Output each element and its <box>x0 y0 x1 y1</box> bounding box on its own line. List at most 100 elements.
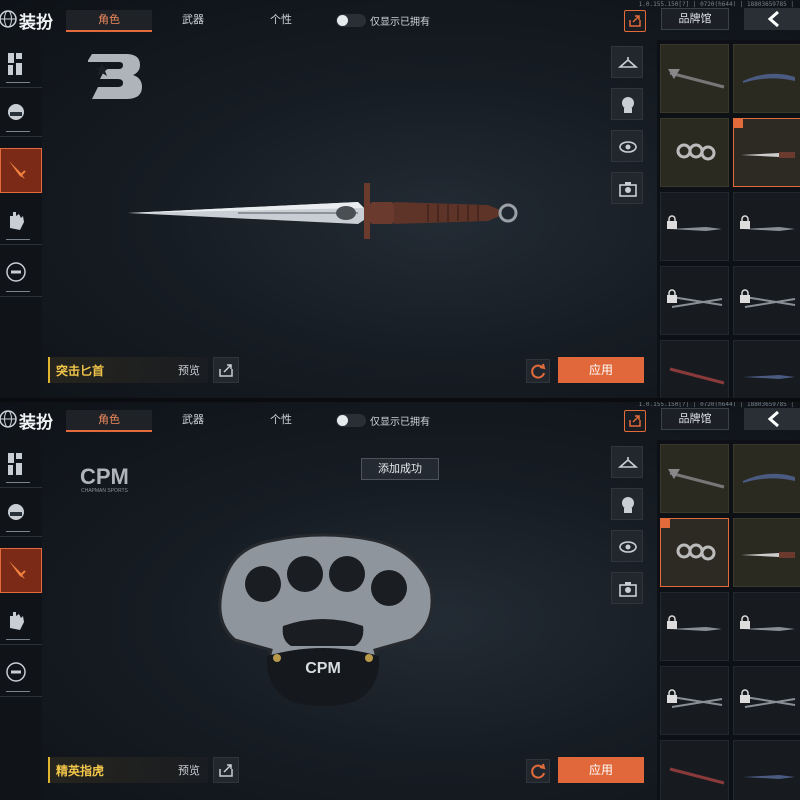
build-info: 1.0.155.150[?] | 0720(h644) | 1880365978… <box>638 1 794 8</box>
grid-item[interactable] <box>733 340 800 400</box>
lock-icon <box>740 289 750 303</box>
grid-item[interactable] <box>733 740 800 800</box>
visibility-button[interactable] <box>611 130 643 162</box>
sidebar-item-emote[interactable] <box>0 252 42 297</box>
refresh-button[interactable] <box>526 759 550 783</box>
owned-only-toggle[interactable] <box>336 14 366 27</box>
grid-item[interactable] <box>733 44 800 113</box>
apply-button[interactable]: 应用 <box>558 757 644 783</box>
sidebar-item-melee[interactable] <box>0 548 42 593</box>
share-button[interactable] <box>624 10 646 32</box>
character-view-button[interactable] <box>611 488 643 520</box>
item-share-button[interactable] <box>213 357 239 383</box>
sidebar-item-outfit[interactable] <box>0 443 42 488</box>
share-icon <box>629 415 641 427</box>
apply-button[interactable]: 应用 <box>558 357 644 383</box>
grid-item-selected[interactable] <box>733 118 800 187</box>
chevron-left-icon <box>767 10 779 28</box>
grid-item[interactable] <box>660 740 729 800</box>
toast-message: 添加成功 <box>361 458 439 480</box>
tab-weapon[interactable]: 武器 <box>160 410 226 432</box>
glove-icon <box>10 612 24 630</box>
tab-weapon[interactable]: 武器 <box>160 10 226 32</box>
knife-icon <box>743 73 795 83</box>
sidebar-item-melee[interactable] <box>0 148 42 193</box>
globe-icon <box>0 410 17 428</box>
tab-personal[interactable]: 个性 <box>248 10 314 32</box>
cpm-logo-subtext: CHAPMAN SPORTS <box>81 488 129 494</box>
outfit-preview-button[interactable] <box>611 446 643 478</box>
lock-icon <box>740 689 750 703</box>
preview-button[interactable]: 预览 <box>178 362 200 378</box>
screenshot-button[interactable] <box>611 172 643 204</box>
head-icon <box>622 497 634 513</box>
outfit-icon <box>8 53 22 75</box>
grid-item-locked[interactable] <box>660 592 729 661</box>
grid-item[interactable] <box>733 444 800 513</box>
grid-item-locked[interactable] <box>660 192 729 261</box>
sidebar-underline <box>6 82 30 83</box>
knife-icon <box>743 375 795 379</box>
lock-icon <box>667 289 677 303</box>
sidebar-item-helmet[interactable] <box>0 492 42 537</box>
pickaxe-icon <box>668 69 725 89</box>
selected-item-bar: 精英指虎 预览 <box>48 757 208 783</box>
globe-icon <box>0 10 17 28</box>
owned-only-toggle[interactable] <box>336 414 366 427</box>
sidebar-item-emote[interactable] <box>0 652 42 697</box>
share-icon <box>629 15 641 27</box>
grid-item[interactable] <box>660 118 729 187</box>
brand-hall-button[interactable]: 品牌馆 <box>661 408 729 430</box>
grid-item-locked[interactable] <box>660 266 729 335</box>
sidebar-item-gloves[interactable] <box>0 600 42 645</box>
grid-item-locked[interactable] <box>660 666 729 735</box>
back-button[interactable] <box>744 8 800 30</box>
brand-hall-button[interactable]: 品牌馆 <box>661 8 729 30</box>
cpm-logo-text: CPM <box>80 464 129 489</box>
preview-button[interactable]: 预览 <box>178 762 200 778</box>
page-title: 装扮 <box>19 13 53 33</box>
top-bar: 装扮 角色 武器 个性 仅显示已拥有 <box>0 0 650 40</box>
tab-personal[interactable]: 个性 <box>248 410 314 432</box>
grid-item[interactable] <box>660 444 729 513</box>
grid-item-locked[interactable] <box>733 266 800 335</box>
lock-icon <box>667 215 677 229</box>
item-grid <box>657 440 800 800</box>
sidebar-item-outfit[interactable] <box>0 43 42 88</box>
screenshot-button[interactable] <box>611 572 643 604</box>
pickaxe-icon <box>668 469 725 489</box>
grid-item[interactable] <box>660 340 729 400</box>
item-name: 突击匕首 <box>56 364 105 378</box>
share-button[interactable] <box>624 410 646 432</box>
character-view-button[interactable] <box>611 88 643 120</box>
check-icon <box>660 518 670 528</box>
page-title: 装扮 <box>19 413 53 433</box>
brass-knuckles-icon <box>676 543 716 561</box>
grid-item-locked[interactable] <box>733 592 800 661</box>
back-button[interactable] <box>744 408 800 430</box>
tab-role[interactable]: 角色 <box>66 10 152 32</box>
grid-item[interactable] <box>660 44 729 113</box>
sidebar-item-helmet[interactable] <box>0 92 42 137</box>
dagger-icon <box>741 152 795 158</box>
item-share-button[interactable] <box>213 757 239 783</box>
link-icon <box>6 262 26 282</box>
knife-icon <box>743 775 795 779</box>
grid-item-locked[interactable] <box>733 192 800 261</box>
sidebar-underline <box>6 131 30 132</box>
sidebar-item-gloves[interactable] <box>0 200 42 245</box>
sidebar-underline <box>6 639 30 640</box>
visibility-button[interactable] <box>611 530 643 562</box>
refresh-button[interactable] <box>526 359 550 383</box>
customize-screen-knuckles: 1.0.155.150[?] | 0720(h644) | 1880365978… <box>0 400 800 800</box>
lock-icon <box>740 615 750 629</box>
sidebar-underline <box>6 531 30 532</box>
tab-role[interactable]: 角色 <box>66 410 152 432</box>
eye-icon <box>619 141 637 153</box>
outfit-preview-button[interactable] <box>611 46 643 78</box>
cpm-logo: CPM CHAPMAN SPORTS <box>80 464 129 494</box>
grid-item-selected[interactable] <box>660 518 729 587</box>
grid-item[interactable] <box>733 518 800 587</box>
lock-icon <box>740 215 750 229</box>
grid-item-locked[interactable] <box>733 666 800 735</box>
